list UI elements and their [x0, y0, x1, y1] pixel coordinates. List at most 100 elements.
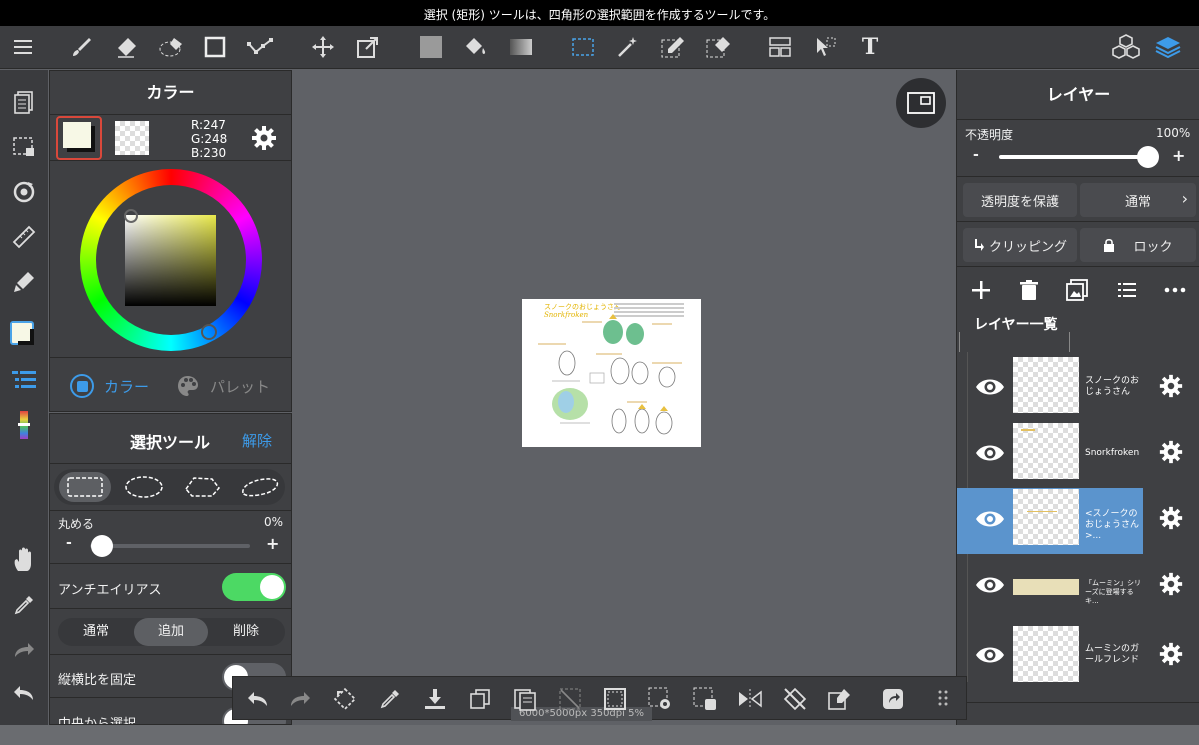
protect-alpha-button[interactable]: 透明度を保護: [963, 183, 1077, 217]
duplicate-layer-icon[interactable]: [1065, 278, 1089, 302]
mode-normal-button[interactable]: 通常: [58, 618, 134, 646]
round-slider-handle[interactable]: [91, 535, 113, 557]
eye-icon[interactable]: [973, 502, 1007, 536]
color-bar-icon[interactable]: [9, 410, 39, 440]
main-color-swatch[interactable]: [56, 116, 102, 160]
layer-settings-gear-icon[interactable]: [1155, 370, 1187, 402]
material-icon[interactable]: [1111, 32, 1141, 62]
redo-icon[interactable]: [285, 684, 315, 714]
layer-row[interactable]: 「ムーミン」シリーズに登場するキ...: [957, 555, 1199, 620]
blend-mode-button[interactable]: 通常 ›: [1080, 183, 1196, 217]
flip-icon[interactable]: [735, 684, 765, 714]
layer-list-icon[interactable]: [1115, 278, 1139, 302]
eye-icon[interactable]: [973, 436, 1007, 470]
select-all-icon[interactable]: [600, 684, 630, 714]
operation-icon[interactable]: [810, 32, 840, 62]
shape-rect-button[interactable]: [59, 472, 111, 502]
opacity-plus-button[interactable]: +: [1172, 146, 1185, 165]
add-layer-icon[interactable]: [969, 278, 993, 302]
layer-row[interactable]: スノークのおじょうさん: [957, 357, 1199, 422]
layer-row-selected[interactable]: <スノークのおじょうさん>...: [957, 489, 1199, 554]
color-settings-gear-icon[interactable]: [250, 124, 278, 152]
select-eraser-icon[interactable]: [703, 32, 733, 62]
saturation-value-square[interactable]: [124, 209, 216, 306]
eyedropper-rail-icon[interactable]: [9, 590, 39, 620]
clear-selection-button[interactable]: 解除: [242, 430, 272, 451]
clear-layer-icon[interactable]: [555, 684, 585, 714]
layer-settings-gear-icon[interactable]: [1155, 502, 1187, 534]
frame-icon[interactable]: [765, 32, 795, 62]
more-options-icon[interactable]: [1163, 278, 1187, 302]
selection-rail-icon[interactable]: [9, 132, 39, 162]
round-plus-button[interactable]: +: [266, 534, 279, 553]
undo-rail-icon[interactable]: [9, 678, 39, 708]
select-pen-icon[interactable]: [658, 32, 688, 62]
rotate-selection-icon[interactable]: [330, 684, 360, 714]
pen-pressure-icon[interactable]: [9, 267, 39, 297]
brush-icon[interactable]: [66, 32, 96, 62]
magic-wand-icon[interactable]: [613, 32, 643, 62]
page-manager-icon[interactable]: [9, 87, 39, 117]
lasso-eraser-icon[interactable]: [156, 32, 186, 62]
eye-icon[interactable]: [973, 568, 1007, 602]
copy-icon[interactable]: [465, 684, 495, 714]
redo-rail-icon[interactable]: [9, 635, 39, 665]
layer-row[interactable]: ムーミンのガールフレンド: [957, 621, 1199, 686]
color-swatch-icon[interactable]: [9, 320, 39, 350]
lock-button[interactable]: ロック: [1080, 228, 1196, 262]
sub-color-swatch[interactable]: [115, 121, 149, 155]
clipping-button[interactable]: クリッピング: [963, 228, 1077, 262]
tab-palette[interactable]: パレット: [176, 374, 270, 398]
canvas-area[interactable]: スノークのおじょうさん Snorkfroken: [293, 70, 955, 725]
selection-transform-icon[interactable]: [690, 684, 720, 714]
artwork-canvas[interactable]: スノークのおじょうさん Snorkfroken: [522, 299, 701, 447]
round-slider-track[interactable]: [90, 544, 250, 548]
round-minus-button[interactable]: -: [66, 535, 72, 551]
rect-select-icon[interactable]: [568, 32, 598, 62]
fill-color-icon[interactable]: [416, 32, 446, 62]
eraser-icon[interactable]: [111, 32, 141, 62]
rectangle-icon[interactable]: [200, 32, 230, 62]
bucket-icon[interactable]: [461, 32, 491, 62]
layer-settings-gear-icon[interactable]: [1155, 436, 1187, 468]
opacity-minus-button[interactable]: -: [973, 147, 979, 163]
tab-color[interactable]: カラー: [70, 374, 149, 398]
gradient-icon[interactable]: [506, 32, 536, 62]
undo-icon[interactable]: [243, 684, 273, 714]
mode-add-button[interactable]: 追加: [134, 618, 208, 646]
menu-icon[interactable]: [8, 32, 38, 62]
delete-layer-icon[interactable]: [1017, 278, 1041, 302]
sv-handle[interactable]: [124, 209, 138, 223]
hue-handle[interactable]: [201, 324, 217, 340]
polyline-icon[interactable]: [245, 32, 275, 62]
share-icon[interactable]: [878, 684, 908, 714]
paste-icon[interactable]: [510, 684, 540, 714]
save-download-icon[interactable]: [420, 684, 450, 714]
text-tool-icon[interactable]: T: [855, 32, 885, 62]
layer-list-rail-icon[interactable]: [9, 365, 39, 395]
transform-icon[interactable]: [353, 32, 383, 62]
more-grip-icon[interactable]: [929, 684, 959, 714]
shape-polygon-button[interactable]: [176, 472, 228, 502]
move-icon[interactable]: [308, 32, 338, 62]
shape-ellipse-button[interactable]: [118, 472, 170, 502]
antialias-toggle[interactable]: [222, 573, 286, 601]
edit-selection-icon[interactable]: [825, 684, 855, 714]
mode-subtract-button[interactable]: 削除: [208, 618, 284, 646]
hand-icon[interactable]: [9, 545, 39, 575]
eye-icon[interactable]: [973, 638, 1007, 672]
layer-settings-gear-icon[interactable]: [1155, 568, 1187, 600]
opacity-slider-track[interactable]: [999, 155, 1149, 159]
layer-row[interactable]: Snorkfroken: [957, 423, 1199, 488]
opacity-slider-handle[interactable]: [1137, 146, 1159, 168]
shape-lasso-button[interactable]: [234, 472, 286, 502]
ruler-icon[interactable]: [9, 222, 39, 252]
rotate-reset-icon[interactable]: [780, 684, 810, 714]
navigator-button[interactable]: [896, 78, 946, 128]
eyedropper-icon[interactable]: [375, 684, 405, 714]
eye-icon[interactable]: [973, 370, 1007, 404]
layer-settings-gear-icon[interactable]: [1155, 638, 1187, 670]
layers-icon[interactable]: [1153, 32, 1183, 62]
rotate-canvas-icon[interactable]: [9, 177, 39, 207]
selection-settings-icon[interactable]: [645, 684, 675, 714]
